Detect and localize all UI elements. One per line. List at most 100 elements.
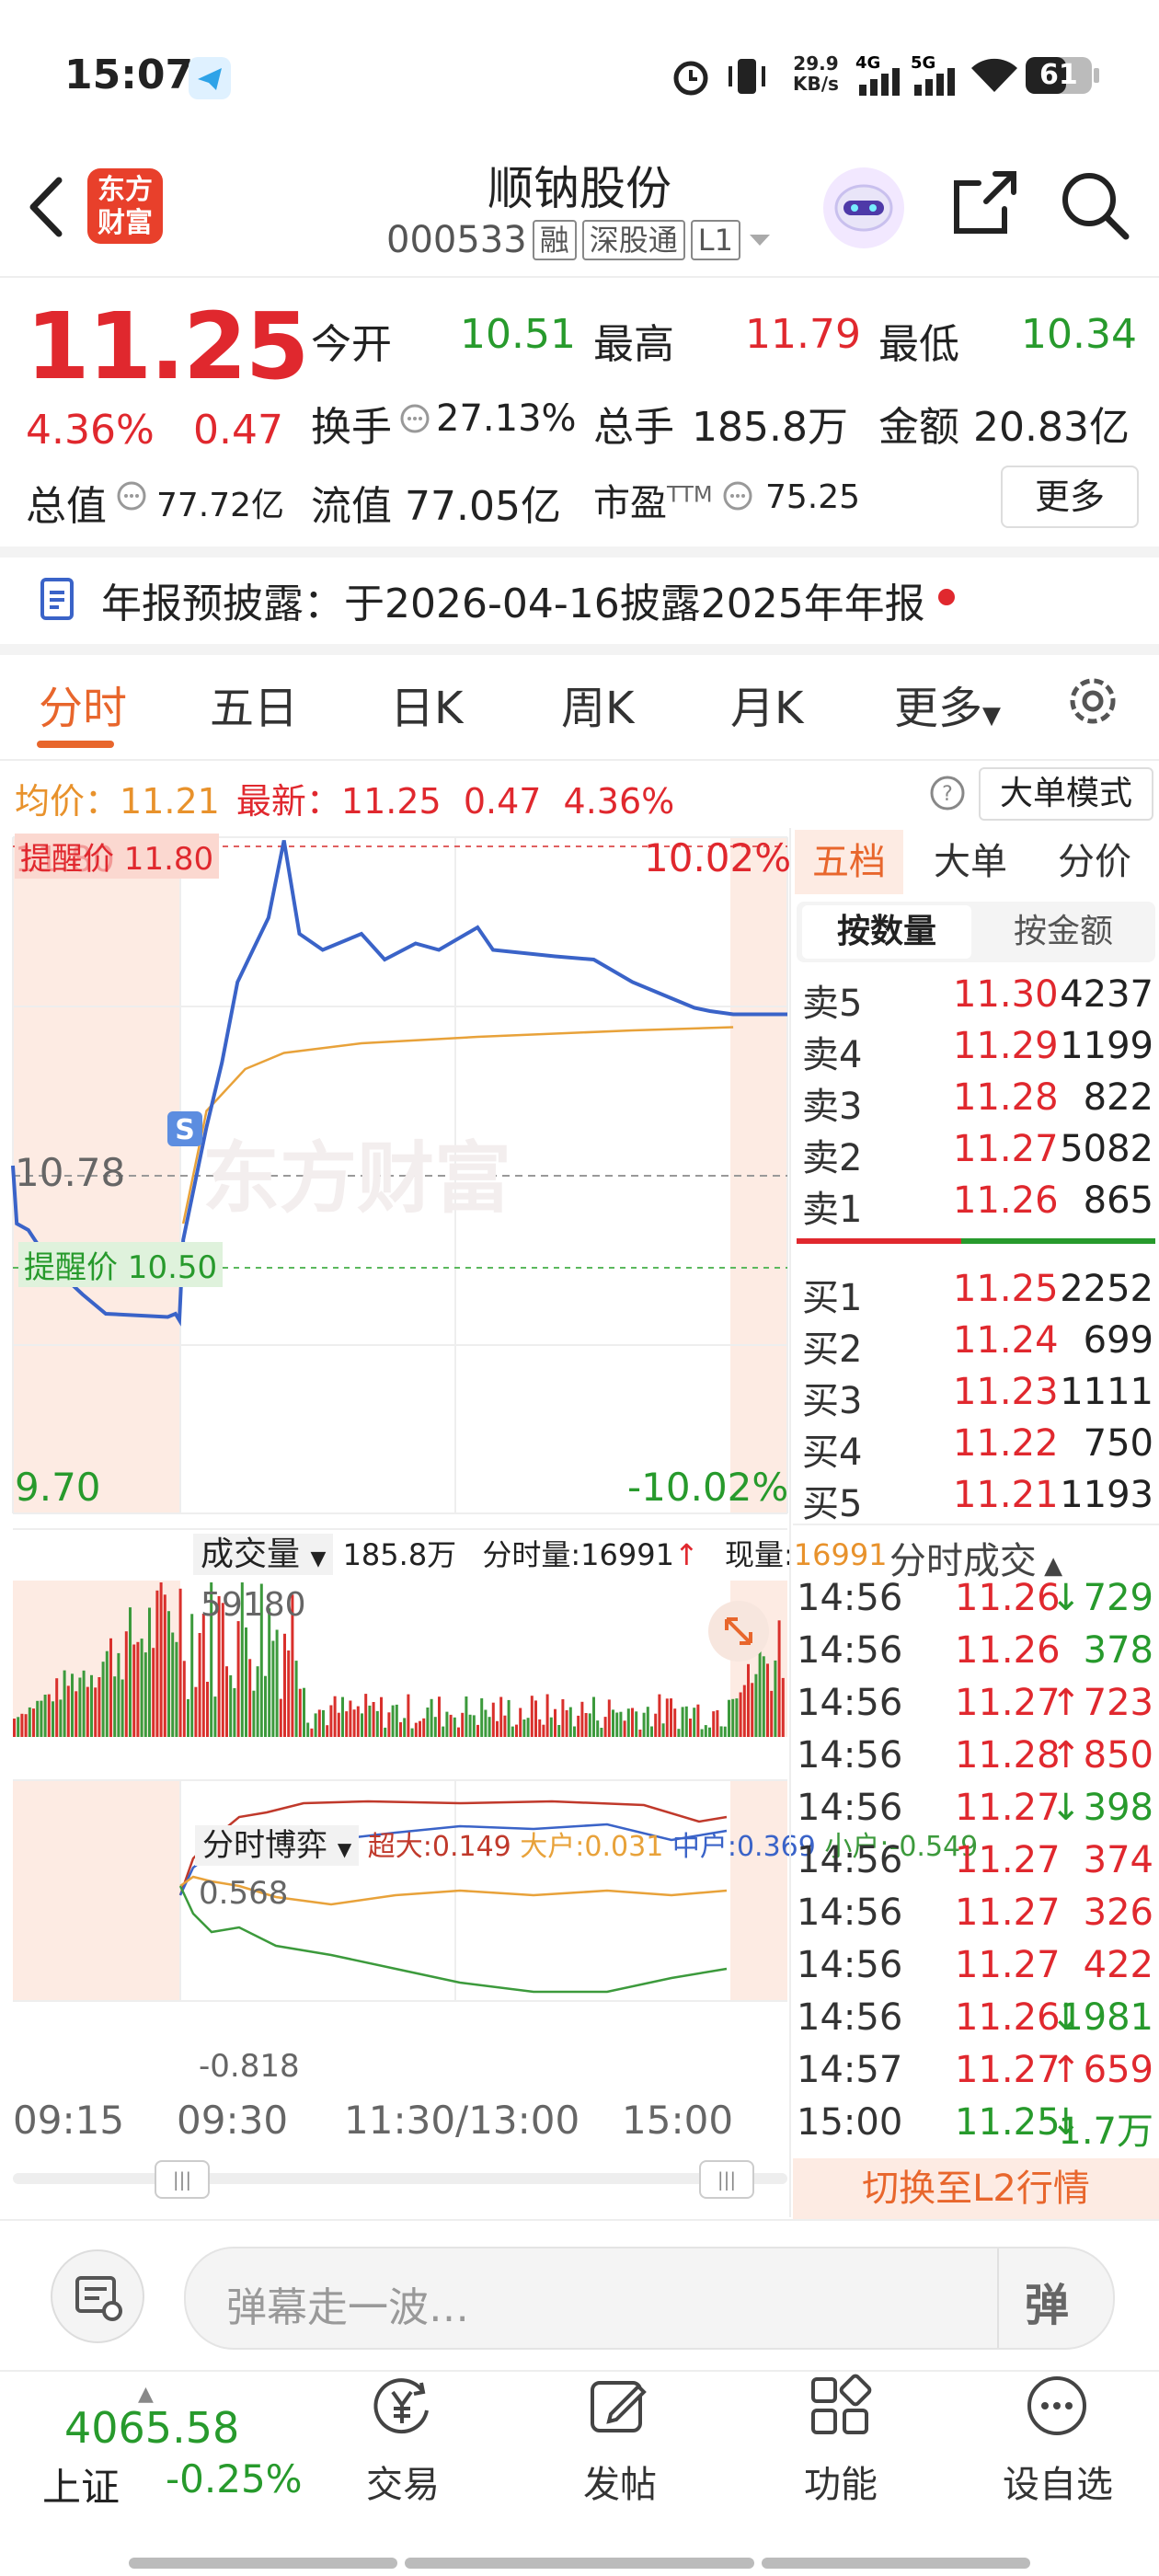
tick-qty: 850 (1083, 1734, 1153, 1777)
info-line-values: 均价：11.21 最新：11.25 0.47 4.36% (15, 773, 674, 823)
search-icon[interactable] (1058, 168, 1131, 246)
time-label-930: 09:30 (177, 2098, 289, 2143)
volume-bar (337, 1712, 340, 1737)
volume-bar (712, 1711, 716, 1737)
danmu-button[interactable]: 弹 (1025, 2269, 1069, 2333)
tick-qty: 723 (1083, 1682, 1153, 1724)
sub-tab-by-amount[interactable]: 按金额 (979, 905, 1148, 959)
volume-bar (596, 1720, 600, 1737)
volume-selector[interactable]: 成交量 ▼ (193, 1534, 334, 1575)
volume-bar (32, 1708, 35, 1737)
help-icon[interactable]: ? (929, 775, 966, 815)
range-slider-left-handle[interactable]: ||| (155, 2160, 210, 2199)
expand-icon[interactable] (706, 1599, 771, 1667)
ask-row[interactable]: 卖1 11.26 865 (797, 1179, 1155, 1231)
sub-tab-by-quantity[interactable]: 按数量 (802, 905, 971, 959)
volume-bar (754, 1673, 758, 1737)
ask-row[interactable]: 卖5 11.30 4237 (797, 973, 1155, 1025)
info-icon[interactable] (116, 480, 147, 515)
tab-weekly-k[interactable]: 周K (561, 672, 634, 736)
volume-bar (751, 1683, 754, 1737)
range-slider-track[interactable] (13, 2173, 787, 2184)
volume-bar (542, 1724, 545, 1737)
share-icon[interactable] (949, 168, 1019, 242)
info-icon[interactable] (722, 480, 753, 515)
tab-big-orders[interactable]: 大单 (920, 830, 1021, 894)
status-bar: 15:07 29.9 KB/s 4G 5G 61 (0, 0, 1159, 147)
bid-row[interactable]: 买5 11.21 1193 (797, 1474, 1155, 1525)
tick-time: 14:56 (797, 1787, 903, 1829)
game-selector[interactable]: 分时博弈 ▼ (195, 1825, 360, 1866)
volume-bar (766, 1663, 769, 1737)
volume-bar (731, 1698, 735, 1737)
volume-bar (673, 1708, 677, 1737)
ask-row[interactable]: 卖3 11.28 822 (797, 1076, 1155, 1128)
bid-row[interactable]: 买4 11.22 750 (797, 1422, 1155, 1474)
volume-bar (59, 1699, 63, 1737)
robot-avatar-icon[interactable] (821, 166, 906, 254)
current-price: 11.25 (26, 293, 309, 400)
level-price: 11.27 (953, 1128, 1059, 1170)
tick-time: 14:57 (797, 2049, 903, 2091)
game-top-value: 0.568 (199, 1875, 289, 1912)
volume-bar (607, 1699, 611, 1737)
up-arrow-icon: ↑ (673, 1537, 699, 1572)
volume-bar (696, 1704, 700, 1737)
tab-monthly-k[interactable]: 月K (730, 672, 803, 736)
tab-daily-k[interactable]: 日K (390, 672, 463, 736)
settings-icon[interactable] (1063, 672, 1122, 734)
volume-bar (105, 1650, 109, 1737)
comment-settings-icon[interactable] (50, 2248, 145, 2348)
tick-qty: 422 (1083, 1944, 1153, 1986)
alert-low-label[interactable]: 提醒价 10.50 (18, 1242, 224, 1287)
more-button[interactable]: 更多 (1001, 466, 1139, 528)
big-order-mode-button[interactable]: 大单模式 (979, 767, 1153, 821)
range-slider-right-handle[interactable]: ||| (699, 2160, 754, 2199)
ask-row[interactable]: 卖2 11.27 5082 (797, 1128, 1155, 1179)
switch-l2-button[interactable]: 切换至L2行情 (793, 2158, 1159, 2219)
volume-bar (201, 1614, 205, 1737)
depth-bar-buy (961, 1238, 1155, 1244)
open-value: 10.51 (460, 311, 576, 358)
tab-order-book[interactable]: 五档 (795, 830, 903, 894)
volume-bar (268, 1608, 271, 1737)
bid-row[interactable]: 买1 11.25 2252 (797, 1268, 1155, 1319)
last-label: 最新： (235, 781, 341, 822)
volume-bar (345, 1711, 349, 1737)
wifi-icon (970, 55, 1019, 99)
tab-price-dist[interactable]: 分价 (1039, 830, 1150, 894)
last-change: 0.47 (463, 781, 542, 822)
level-qty: 750 (1083, 1422, 1153, 1465)
volume-bar (352, 1709, 356, 1737)
tab-intraday[interactable]: 分时 (39, 672, 127, 736)
level-qty: 2252 (1060, 1268, 1153, 1310)
volume-bar (194, 1686, 198, 1737)
volume-bar (592, 1696, 595, 1737)
volume-bar (94, 1687, 98, 1737)
s-marker[interactable]: S (167, 1111, 202, 1146)
stock-code-row[interactable]: 000533 融 深股通 L1 (386, 219, 774, 261)
bid-row[interactable]: 买3 11.23 1111 (797, 1371, 1155, 1422)
volume-bar (422, 1718, 426, 1737)
bid-row[interactable]: 买2 11.24 699 (797, 1319, 1155, 1371)
tick-row: 14:56 11.27 ↓ 398 (797, 1787, 1155, 1838)
bottom-pct-label: -10.02% (627, 1465, 789, 1510)
tab-more[interactable]: 更多▼ (894, 672, 1001, 736)
volume-bar (399, 1722, 402, 1737)
net-speed-unit: KB/s (793, 73, 839, 95)
tick-price: 11.27 (955, 1944, 1061, 1986)
comment-input[interactable]: 弹幕走一波… 弹 (184, 2247, 1115, 2350)
volume-bar (256, 1666, 259, 1737)
tab-five-day[interactable]: 五日 (210, 672, 298, 736)
volume-bar (368, 1705, 372, 1737)
volume-bar (124, 1631, 128, 1737)
yuan-icon (373, 2378, 429, 2434)
volume-bar (403, 1718, 407, 1737)
volume-bar (777, 1620, 781, 1737)
volume-bar (341, 1696, 344, 1737)
ask-row[interactable]: 卖4 11.29 1199 (797, 1025, 1155, 1076)
report-icon (39, 576, 79, 626)
volume-bar (63, 1670, 66, 1737)
info-icon[interactable] (399, 403, 430, 438)
home-indicator (129, 2558, 1030, 2569)
